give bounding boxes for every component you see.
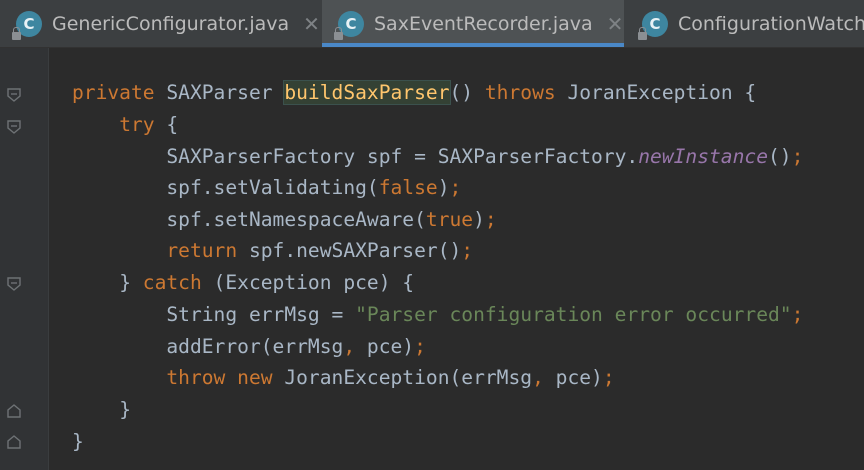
code-line-6: return spf.newSAXParser(); bbox=[166, 239, 474, 262]
code-line-12: } bbox=[72, 430, 84, 453]
editor-tab-bar: C GenericConfigurator.java ✕ C SaxEventR… bbox=[0, 0, 864, 48]
code-line-2: try { bbox=[119, 113, 179, 136]
tab-title: GenericConfigurator.java bbox=[52, 12, 290, 35]
code-line-3: SAXParserFactory spf = SAXParserFactory.… bbox=[166, 145, 804, 168]
code-line-11: } bbox=[119, 398, 131, 421]
code-line-10: throw new JoranException(errMsg, pce); bbox=[166, 366, 615, 389]
class-icon: C bbox=[638, 10, 668, 40]
fold-end-icon[interactable] bbox=[6, 434, 22, 450]
code-line-5: spf.setNamespaceAware(true); bbox=[166, 208, 497, 231]
fold-start-icon[interactable] bbox=[6, 87, 22, 103]
fold-end-icon[interactable] bbox=[6, 403, 22, 419]
tab-sax-event-recorder[interactable]: C SaxEventRecorder.java ✕ bbox=[322, 0, 624, 47]
code-line-9: addError(errMsg, pce); bbox=[166, 335, 426, 358]
lock-icon bbox=[638, 26, 647, 40]
lock-icon bbox=[334, 26, 343, 40]
code-line-8: String errMsg = "Parser configuration er… bbox=[166, 303, 804, 326]
tab-title: ConfigurationWatch bbox=[678, 12, 864, 35]
code-line-4: spf.setValidating(false); bbox=[166, 176, 462, 199]
class-icon: C bbox=[12, 10, 42, 40]
code-line-7: } catch (Exception pce) { bbox=[119, 271, 415, 294]
fold-start-icon[interactable] bbox=[6, 276, 22, 292]
lock-icon bbox=[12, 26, 21, 40]
close-icon[interactable]: ✕ bbox=[303, 12, 320, 36]
code-line-1: private SAXParser buildSaxParser() throw… bbox=[72, 80, 757, 105]
gutter bbox=[0, 48, 48, 470]
tab-configuration-watch[interactable]: C ConfigurationWatch bbox=[626, 0, 864, 47]
method-name: buildSaxParser bbox=[283, 80, 451, 105]
tab-generic-configurator[interactable]: C GenericConfigurator.java ✕ bbox=[0, 0, 320, 47]
code-editor[interactable]: private SAXParser buildSaxParser() throw… bbox=[0, 48, 864, 470]
gutter-separator bbox=[48, 48, 49, 470]
tab-title: SaxEventRecorder.java bbox=[374, 12, 593, 35]
close-icon[interactable]: ✕ bbox=[607, 12, 624, 36]
class-icon: C bbox=[334, 10, 364, 40]
fold-start-icon[interactable] bbox=[6, 119, 22, 135]
